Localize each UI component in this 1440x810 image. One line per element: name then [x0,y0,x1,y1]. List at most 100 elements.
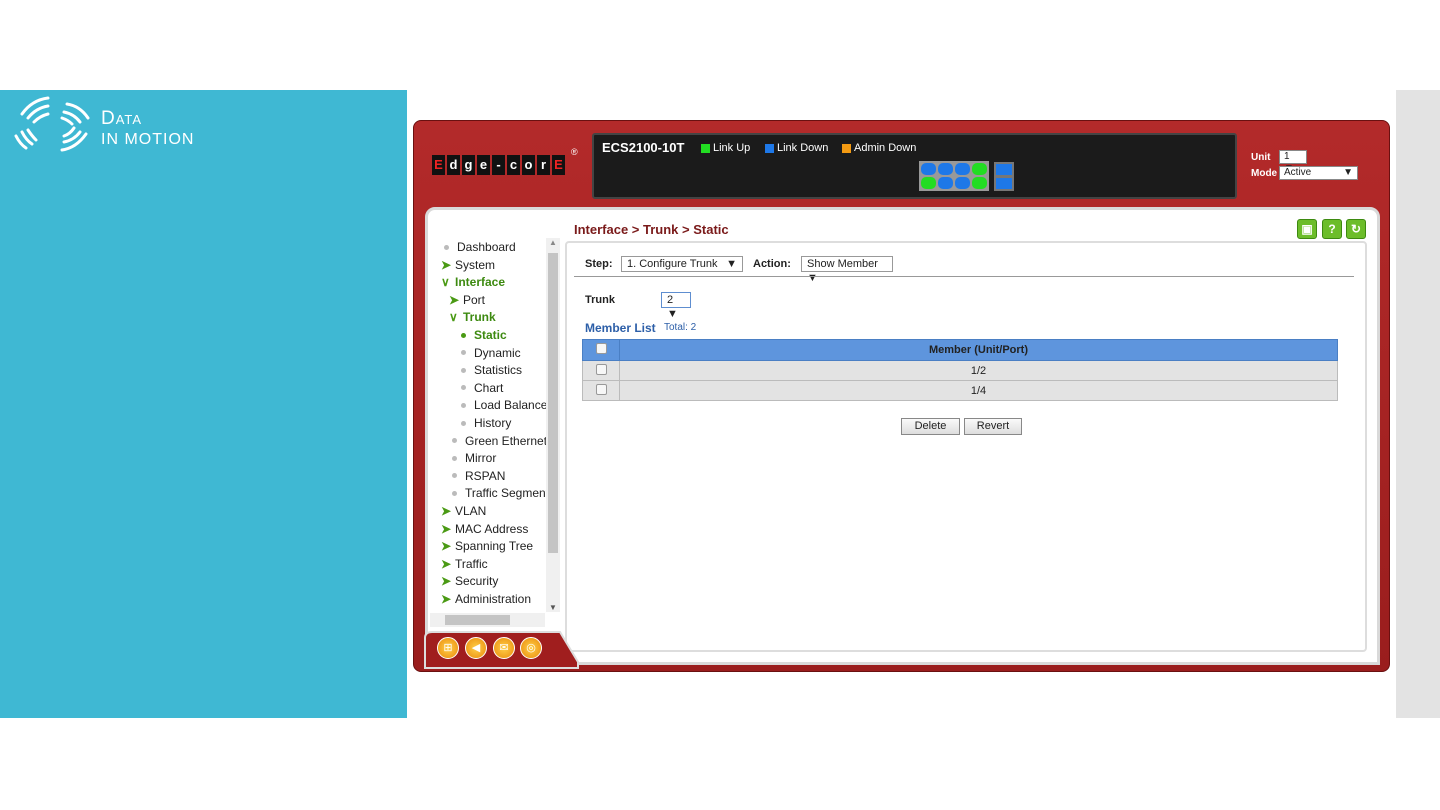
port-up[interactable] [972,163,987,175]
sidebar-item-label: RSPAN [465,468,506,483]
sidebar-item-label: History [474,416,512,430]
help-button[interactable]: ? [1322,219,1342,239]
row-checkbox[interactable] [595,363,607,375]
sidebar-item-dynamic[interactable]: Dynamic [461,346,521,360]
edgecore-logo: Edge-corE [432,155,565,175]
sidebar-item-chart[interactable]: Chart [461,381,503,395]
member-list-title: Member List [585,321,656,335]
sidebar-item-traffic[interactable]: ➤ Traffic [441,557,488,571]
step-label: Step: [585,258,613,270]
delete-button[interactable]: Delete [901,418,960,435]
sidebar-vertical-scrollbar[interactable]: ▲ ▼ [546,238,560,612]
port-down[interactable] [955,163,970,175]
mail-icon[interactable]: ✉ [493,637,515,659]
sidebar-item-label: Statistics [474,363,523,378]
sidebar-item-traffic-segment[interactable]: Traffic Segment [452,486,549,500]
chevron-right-icon: ➤ [441,521,452,536]
chevron-down-icon: ∨ [449,310,458,325]
slide-side-panel [0,90,407,718]
back-icon[interactable]: ◀ [465,637,487,659]
trunk-select[interactable]: 2 ▼ [661,292,691,320]
sidebar-item-label: Security [455,574,499,589]
sidebar-item-statistics[interactable]: Statistics [461,363,522,377]
port-down[interactable] [938,177,953,189]
sidebar-item-label: Port [463,292,486,307]
port-up[interactable] [921,177,936,189]
sidebar-item-system[interactable]: ➤ System [441,258,495,272]
chevron-right-icon: ➤ [441,539,452,554]
bullet-icon [461,332,466,338]
sidebar-item-history[interactable]: History [461,416,511,430]
unit-label: Unit [1251,152,1271,163]
port-down[interactable] [921,163,936,175]
port-down[interactable] [938,163,953,175]
trunk-label: Trunk [585,294,615,306]
chevron-right-icon: ➤ [449,292,460,307]
logo-line2: in motion [101,131,195,148]
mode-label: Mode [1251,168,1278,179]
registered-icon: ® [571,147,578,157]
scroll-thumb[interactable] [548,253,558,553]
bullet-icon [461,350,466,356]
sidebar-item-label: Green Ethernet [465,433,548,448]
member-cell: 1/4 [619,380,1338,401]
slide-right-strip [1396,90,1440,718]
table-row: 1/4 [582,380,1338,401]
port[interactable] [996,178,1012,189]
data-in-motion-logo-icon [14,96,90,152]
revert-button[interactable]: Revert [964,418,1022,435]
bullet-icon [444,244,449,250]
action-label: Action: [753,258,791,270]
bullet-icon [461,367,466,373]
chevron-right-icon: ➤ [441,257,452,272]
sidebar-item-label: Spanning Tree [455,539,534,554]
sidebar-item-label: Static [474,328,507,342]
sidebar-item-administration[interactable]: ➤ Administration [441,592,531,606]
sidebar-item-label: Trunk [463,310,496,325]
sidebar-item-static[interactable]: Static [461,328,507,342]
bullet-icon [461,402,466,408]
sidebar-item-spanning-tree[interactable]: ➤ Spanning Tree [441,539,533,553]
row-checkbox[interactable] [595,383,607,395]
sidebar-item-interface[interactable]: ∨ Interface [441,275,505,289]
divider [574,276,1354,277]
sidebar-item-vlan[interactable]: ➤ VLAN [441,504,486,518]
legend-link-up: Link Up [701,142,750,154]
port-down[interactable] [955,177,970,189]
logo-line1: Data [101,108,143,129]
sidebar-item-mirror[interactable]: Mirror [452,451,496,465]
sidebar-item-label: System [455,257,496,272]
sidebar-item-security[interactable]: ➤ Security [441,574,498,588]
sidebar-item-mac-address[interactable]: ➤ MAC Address [441,522,528,536]
refresh-button[interactable]: ↻ [1346,219,1366,239]
unit-select[interactable]: 1 ▼ [1279,150,1307,174]
sidebar-item-label: Traffic [455,556,488,571]
bullet-icon [452,473,457,479]
sidebar-item-load-balance[interactable]: Load Balance [461,398,547,412]
save-button[interactable]: ▣ [1297,219,1317,239]
port[interactable] [996,164,1012,175]
bullet-icon [452,438,457,444]
device-panel: ECS2100-10T Link Up Link Down Admin Down [592,133,1237,199]
sidebar-item-trunk[interactable]: ∨ Trunk [449,310,496,324]
sidebar-item-port[interactable]: ➤ Port [449,293,485,307]
bullet-icon [452,455,457,461]
step-select[interactable]: 1. Configure Trunk ▼ [621,256,743,272]
select-all-checkbox[interactable] [595,343,607,354]
sidebar-item-dashboard[interactable]: Dashboard [444,240,516,254]
action-select[interactable]: Show Member ▼ [801,256,893,284]
port-up[interactable] [972,177,987,189]
sitemap-icon[interactable]: ⊞ [437,637,459,659]
sidebar-horizontal-scrollbar[interactable] [430,613,545,627]
sidebar-item-rspan[interactable]: RSPAN [452,469,505,483]
sidebar-item-label: Dashboard [457,240,516,254]
sidebar-item-green-ethernet[interactable]: Green Ethernet [452,434,547,448]
sfp-ports [994,162,1014,191]
globe-icon[interactable]: ◎ [520,637,542,659]
mode-select[interactable]: Active ▼ [1279,166,1358,180]
legend-link-down: Link Down [765,142,828,154]
scroll-thumb[interactable] [445,615,510,625]
model-name: ECS2100-10T [602,140,685,155]
sidebar-item-label: Mirror [465,451,497,466]
sidebar-item-label: Interface [455,275,506,290]
